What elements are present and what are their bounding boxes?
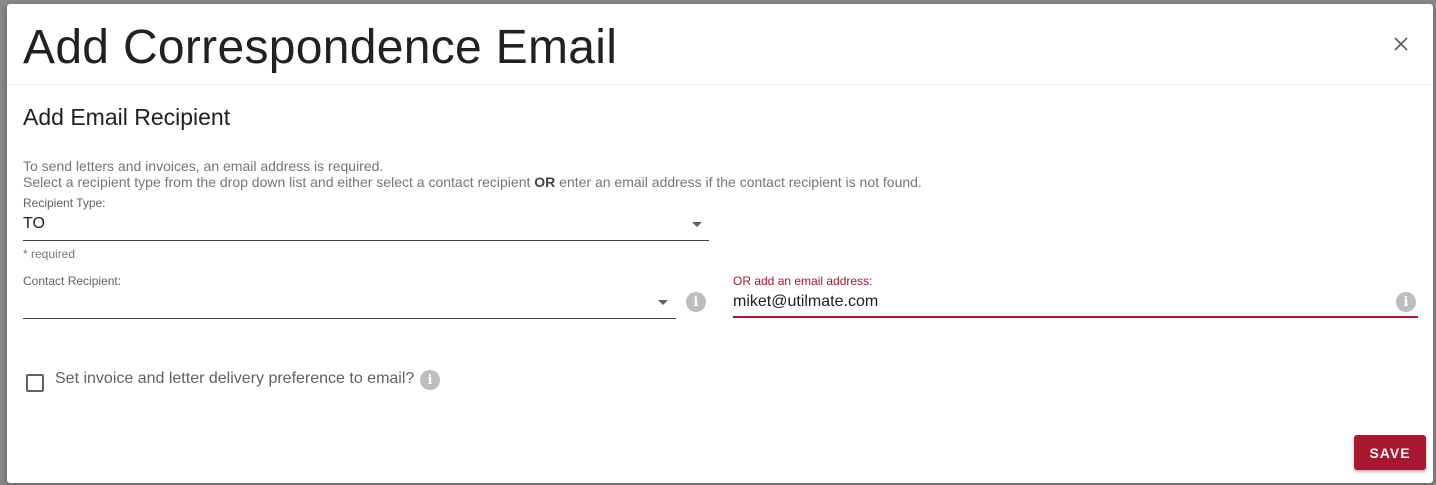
info-icon[interactable]: i [686,292,706,312]
instructions-or-emphasis: OR [534,173,556,190]
required-hint: * required [23,247,76,261]
email-address-underline [733,316,1418,318]
close-button[interactable] [1389,32,1413,56]
recipient-type-value[interactable]: TO [23,215,45,233]
info-icon[interactable]: i [420,370,440,390]
info-icon[interactable]: i [1396,292,1416,312]
delivery-preference-checkbox[interactable] [26,374,44,392]
save-button[interactable]: SAVE [1354,435,1426,470]
email-address-input[interactable]: miket@utilmate.com [733,293,878,311]
instructions-line-2-start: Select a recipient type from the drop do… [23,173,535,190]
recipient-type-underline [23,240,709,241]
instructions-line-1: To send letters and invoices, an email a… [23,158,384,174]
recipient-type-label: Recipient Type: [23,196,106,210]
add-correspondence-email-dialog: Add Correspondence Email Add Email Recip… [7,4,1433,483]
chevron-down-icon[interactable] [692,222,702,227]
delivery-preference-label[interactable]: Set invoice and letter delivery preferen… [55,370,414,388]
dialog-title: Add Correspondence Email [23,21,618,74]
instructions-line-2-end: enter an email address if the contact re… [555,173,922,190]
instructions-text: To send letters and invoices, an email a… [23,158,922,191]
dialog-header: Add Correspondence Email [7,4,1433,85]
contact-recipient-label: Contact Recipient: [23,274,122,288]
email-address-label: OR add an email address: [733,274,873,288]
chevron-down-icon[interactable] [658,300,668,305]
contact-recipient-underline [23,318,676,319]
instructions-line-2: Select a recipient type from the drop do… [23,173,922,191]
section-title: Add Email Recipient [23,104,231,130]
close-icon [1394,37,1408,51]
